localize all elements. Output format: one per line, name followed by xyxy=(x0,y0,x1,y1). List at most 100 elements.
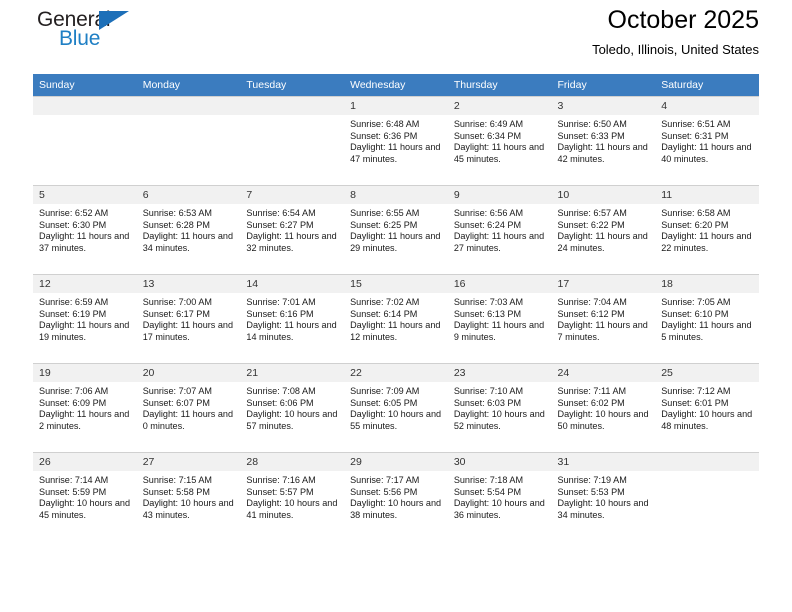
calendar-day-cell[interactable]: 31 Sunrise: 7:19 AM Sunset: 5:53 PM Dayligh… xyxy=(551,452,656,541)
day-number: 9 xyxy=(447,186,552,204)
day-details: Sunrise: 6:56 AM Sunset: 6:24 PM Daylight:… xyxy=(448,204,552,254)
day-details: Sunrise: 7:16 AM Sunset: 5:57 PM Daylight:… xyxy=(240,471,344,521)
weekday-header-row: Sunday Monday Tuesday Wednesday Thursday… xyxy=(33,74,759,96)
calendar-day-cell[interactable]: 6 Sunrise: 6:53 AM Sunset: 6:28 PM Daylight… xyxy=(136,185,241,274)
day-cell-inner: 19 Sunrise: 7:06 AM Sunset: 6:09 PM Dayligh… xyxy=(33,363,137,452)
day-details: Sunrise: 7:15 AM Sunset: 5:58 PM Daylight:… xyxy=(137,471,241,521)
daylight-text: Daylight: 10 hours and 55 minutes. xyxy=(350,409,442,431)
day-details: Sunrise: 6:57 AM Sunset: 6:22 PM Daylight:… xyxy=(552,204,656,254)
daylight-text: Daylight: 11 hours and 7 minutes. xyxy=(557,320,648,342)
calendar-day-cell[interactable]: 18 Sunrise: 7:05 AM Sunset: 6:10 PM Dayligh… xyxy=(655,274,759,363)
day-cell-inner: 17 Sunrise: 7:04 AM Sunset: 6:12 PM Dayligh… xyxy=(551,274,656,363)
calendar-day-cell[interactable]: 27 Sunrise: 7:15 AM Sunset: 5:58 PM Dayligh… xyxy=(136,452,241,541)
sunrise-text: Sunrise: 7:18 AM xyxy=(453,475,524,485)
sunrise-text: Sunrise: 6:53 AM xyxy=(142,208,212,218)
calendar-week-row: 5 Sunrise: 6:52 AM Sunset: 6:30 PM Daylight… xyxy=(33,185,759,274)
day-cell-inner: 10 Sunrise: 6:57 AM Sunset: 6:22 PM Dayligh… xyxy=(551,185,656,274)
sunset-text: Sunset: 6:07 PM xyxy=(142,397,210,408)
calendar-header-row: Sunday Monday Tuesday Wednesday Thursday… xyxy=(33,74,759,96)
calendar-day-cell[interactable]: 30 Sunrise: 7:18 AM Sunset: 5:54 PM Dayligh… xyxy=(447,452,552,541)
day-number: 19 xyxy=(33,364,137,382)
day-cell-inner: 15 Sunrise: 7:02 AM Sunset: 6:14 PM Dayligh… xyxy=(344,274,448,363)
calendar-day-cell[interactable]: 5 Sunrise: 6:52 AM Sunset: 6:30 PM Daylight… xyxy=(33,185,137,274)
calendar-day-cell[interactable]: 16 Sunrise: 7:03 AM Sunset: 6:13 PM Dayligh… xyxy=(447,274,552,363)
day-number: 14 xyxy=(240,275,345,293)
sunrise-text: Sunrise: 7:01 AM xyxy=(246,297,316,307)
sunrise-text: Sunrise: 6:48 AM xyxy=(350,119,420,129)
day-details: Sunrise: 7:09 AM Sunset: 6:05 PM Daylight:… xyxy=(344,382,448,432)
daylight-text: Daylight: 10 hours and 50 minutes. xyxy=(557,409,649,431)
day-cell-inner: 21 Sunrise: 7:08 AM Sunset: 6:06 PM Dayligh… xyxy=(240,363,345,452)
calendar-day-cell[interactable]: 17 Sunrise: 7:04 AM Sunset: 6:12 PM Dayligh… xyxy=(551,274,656,363)
sunrise-text: Sunrise: 7:16 AM xyxy=(246,475,316,485)
sunset-text: Sunset: 6:01 PM xyxy=(661,397,729,408)
calendar-day-cell[interactable]: 22 Sunrise: 7:09 AM Sunset: 6:05 PM Dayligh… xyxy=(344,363,448,452)
day-number: 10 xyxy=(551,186,656,204)
sunrise-text: Sunrise: 7:14 AM xyxy=(39,475,109,485)
daylight-text: Daylight: 11 hours and 14 minutes. xyxy=(246,320,337,342)
day-details: Sunrise: 7:10 AM Sunset: 6:03 PM Daylight:… xyxy=(448,382,552,432)
calendar-day-cell[interactable]: 11 Sunrise: 6:58 AM Sunset: 6:20 PM Dayligh… xyxy=(655,185,759,274)
day-number: 2 xyxy=(447,97,552,115)
sunrise-text: Sunrise: 7:15 AM xyxy=(142,475,212,485)
sunset-text: Sunset: 5:56 PM xyxy=(350,486,418,497)
calendar-day-cell[interactable]: 26 Sunrise: 7:14 AM Sunset: 5:59 PM Dayligh… xyxy=(33,452,137,541)
calendar-day-cell[interactable]: 10 Sunrise: 6:57 AM Sunset: 6:22 PM Dayligh… xyxy=(551,185,656,274)
calendar-day-cell[interactable]: 14 Sunrise: 7:01 AM Sunset: 6:16 PM Dayligh… xyxy=(240,274,345,363)
daylight-text: Daylight: 11 hours and 40 minutes. xyxy=(661,142,752,164)
calendar-day-cell[interactable]: 15 Sunrise: 7:02 AM Sunset: 6:14 PM Dayligh… xyxy=(344,274,448,363)
day-cell-inner: 29 Sunrise: 7:17 AM Sunset: 5:56 PM Dayligh… xyxy=(344,452,448,541)
sunrise-text: Sunrise: 6:49 AM xyxy=(453,119,524,129)
weekday-header-wednesday: Wednesday xyxy=(344,74,448,96)
day-details: Sunrise: 6:49 AM Sunset: 6:34 PM Daylight:… xyxy=(448,115,552,165)
calendar-day-cell[interactable]: 13 Sunrise: 7:00 AM Sunset: 6:17 PM Dayligh… xyxy=(136,274,241,363)
daylight-text: Daylight: 11 hours and 37 minutes. xyxy=(39,231,130,253)
calendar-day-cell[interactable]: 8 Sunrise: 6:55 AM Sunset: 6:25 PM Daylight… xyxy=(344,185,448,274)
calendar-day-cell[interactable]: 29 Sunrise: 7:17 AM Sunset: 5:56 PM Dayligh… xyxy=(344,452,448,541)
calendar-day-cell[interactable]: 24 Sunrise: 7:11 AM Sunset: 6:02 PM Dayligh… xyxy=(551,363,656,452)
day-details: Sunrise: 7:00 AM Sunset: 6:17 PM Daylight:… xyxy=(137,293,241,343)
day-cell-inner: 2 Sunrise: 6:49 AM Sunset: 6:34 PM Daylight… xyxy=(447,96,552,185)
calendar-day-cell[interactable]: 25 Sunrise: 7:12 AM Sunset: 6:01 PM Dayligh… xyxy=(655,363,759,452)
calendar-day-cell[interactable]: 4 Sunrise: 6:51 AM Sunset: 6:31 PM Daylight… xyxy=(655,96,759,185)
daylight-text: Daylight: 11 hours and 22 minutes. xyxy=(661,231,752,253)
calendar-day-cell[interactable]: 9 Sunrise: 6:56 AM Sunset: 6:24 PM Daylight… xyxy=(447,185,552,274)
calendar-day-cell[interactable]: 7 Sunrise: 6:54 AM Sunset: 6:27 PM Daylight… xyxy=(240,185,345,274)
day-cell-inner xyxy=(240,96,345,185)
calendar-day-cell[interactable]: 19 Sunrise: 7:06 AM Sunset: 6:09 PM Dayligh… xyxy=(33,363,137,452)
day-number: 15 xyxy=(344,275,448,293)
sunset-text: Sunset: 6:03 PM xyxy=(453,397,522,408)
daylight-text: Daylight: 11 hours and 19 minutes. xyxy=(39,320,130,342)
logo-word-blue: Blue xyxy=(59,27,101,50)
calendar-day-cell[interactable]: 20 Sunrise: 7:07 AM Sunset: 6:07 PM Dayligh… xyxy=(136,363,241,452)
calendar-day-cell[interactable]: 1 Sunrise: 6:48 AM Sunset: 6:36 PM Daylight… xyxy=(344,96,448,185)
calendar-day-cell[interactable]: 12 Sunrise: 6:59 AM Sunset: 6:19 PM Dayligh… xyxy=(33,274,137,363)
weekday-header-sunday: Sunday xyxy=(33,74,137,96)
day-number: 28 xyxy=(240,453,345,471)
sunset-text: Sunset: 6:33 PM xyxy=(557,130,625,141)
daylight-text: Daylight: 11 hours and 9 minutes. xyxy=(453,320,545,342)
day-cell-inner: 6 Sunrise: 6:53 AM Sunset: 6:28 PM Daylight… xyxy=(136,185,241,274)
day-cell-inner: 27 Sunrise: 7:15 AM Sunset: 5:58 PM Dayligh… xyxy=(136,452,241,541)
day-cell-inner: 31 Sunrise: 7:19 AM Sunset: 5:53 PM Dayligh… xyxy=(551,452,656,541)
sunset-text: Sunset: 6:24 PM xyxy=(453,219,522,230)
day-details: Sunrise: 7:04 AM Sunset: 6:12 PM Daylight:… xyxy=(552,293,656,343)
day-details: Sunrise: 7:06 AM Sunset: 6:09 PM Daylight:… xyxy=(33,382,137,432)
calendar-day-cell-empty xyxy=(33,96,137,185)
sunrise-text: Sunrise: 7:08 AM xyxy=(246,386,316,396)
general-blue-logo[interactable]: General Blue xyxy=(33,8,153,60)
day-cell-inner: 5 Sunrise: 6:52 AM Sunset: 6:30 PM Daylight… xyxy=(33,185,137,274)
day-cell-inner: 30 Sunrise: 7:18 AM Sunset: 5:54 PM Dayligh… xyxy=(447,452,552,541)
calendar-day-cell[interactable]: 3 Sunrise: 6:50 AM Sunset: 6:33 PM Daylight… xyxy=(551,96,656,185)
calendar-day-cell[interactable]: 28 Sunrise: 7:16 AM Sunset: 5:57 PM Dayligh… xyxy=(240,452,345,541)
calendar-day-cell[interactable]: 2 Sunrise: 6:49 AM Sunset: 6:34 PM Daylight… xyxy=(447,96,552,185)
calendar-day-cell[interactable]: 21 Sunrise: 7:08 AM Sunset: 6:06 PM Dayligh… xyxy=(240,363,345,452)
calendar-day-cell[interactable]: 23 Sunrise: 7:10 AM Sunset: 6:03 PM Dayligh… xyxy=(447,363,552,452)
daylight-text: Daylight: 11 hours and 34 minutes. xyxy=(142,231,234,253)
sunset-text: Sunset: 6:10 PM xyxy=(661,308,729,319)
sunrise-text: Sunrise: 6:50 AM xyxy=(557,119,627,129)
day-cell-inner: 14 Sunrise: 7:01 AM Sunset: 6:16 PM Dayligh… xyxy=(240,274,345,363)
day-cell-inner: 3 Sunrise: 6:50 AM Sunset: 6:33 PM Daylight… xyxy=(551,96,656,185)
sunrise-text: Sunrise: 7:12 AM xyxy=(661,386,731,396)
day-cell-inner: 9 Sunrise: 6:56 AM Sunset: 6:24 PM Daylight… xyxy=(447,185,552,274)
